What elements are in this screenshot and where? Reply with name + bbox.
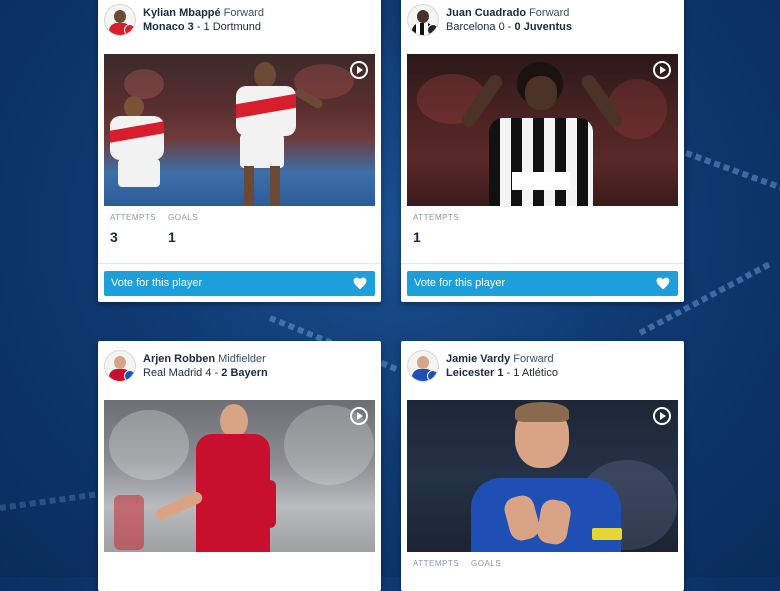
player-avatar — [407, 4, 439, 36]
player-position: Forward — [513, 353, 554, 365]
card-header: Arjen Robben Midfielder Real Madrid 4 - 2… — [98, 341, 381, 383]
away-score: 1 — [203, 21, 210, 33]
player-name-line: Juan Cuadrado Forward — [446, 7, 569, 19]
match-result: Barcelona 0 - 0 Juventus — [446, 21, 573, 33]
player-avatar — [104, 350, 136, 382]
heart-icon — [656, 277, 670, 290]
player-video-thumbnail[interactable] — [104, 54, 375, 206]
home-score: 0 — [498, 21, 505, 33]
stat-attempts: ATTEMPTS — [413, 559, 460, 568]
card-header: Juan Cuadrado Forward Barcelona 0 - 0 Juv… — [401, 0, 684, 37]
player-position: Forward — [529, 7, 570, 19]
player-name-line: Jamie Vardy Forward — [446, 353, 554, 365]
home-score: 1 — [497, 367, 504, 379]
stat-attempts: ATTEMPTS 3 — [110, 213, 157, 245]
vote-button[interactable]: Vote for this player — [407, 271, 678, 296]
player-video-thumbnail[interactable] — [407, 54, 678, 206]
home-score: 3 — [187, 21, 194, 33]
player-name-line: Kylian Mbappé Forward — [143, 7, 264, 19]
background-stripe — [0, 491, 100, 511]
player-name[interactable]: Jamie Vardy — [446, 353, 510, 365]
player-avatar — [407, 350, 439, 382]
stat-goals: GOALS — [471, 559, 502, 568]
play-icon[interactable] — [653, 61, 671, 79]
match-result: Leicester 1 - 1 Atlético — [446, 367, 558, 379]
player-name[interactable]: Juan Cuadrado — [446, 7, 526, 19]
home-team: Barcelona — [446, 21, 496, 33]
match-result: Monaco 3 - 1 Dortmund — [143, 21, 262, 33]
home-score: 4 — [205, 367, 212, 379]
background-stripe — [684, 150, 780, 194]
play-icon[interactable] — [350, 61, 368, 79]
player-name-line: Arjen Robben Midfielder — [143, 353, 266, 365]
home-team: Leicester — [446, 367, 495, 379]
vote-button[interactable]: Vote for this player — [104, 271, 375, 296]
away-team: Dortmund — [212, 21, 262, 33]
player-card: Kylian Mbappé Forward Monaco 3 - 1 Dortmu… — [98, 0, 381, 302]
match-result: Real Madrid 4 - 2 Bayern — [143, 367, 268, 379]
home-team: Monaco — [143, 21, 185, 33]
divider — [98, 263, 381, 264]
player-avatar — [104, 4, 136, 36]
player-position: Forward — [223, 7, 264, 19]
away-score: 2 — [221, 367, 228, 379]
player-card: Juan Cuadrado Forward Barcelona 0 - 0 Juv… — [401, 0, 684, 302]
player-name[interactable]: Arjen Robben — [143, 353, 215, 365]
player-video-thumbnail[interactable] — [104, 400, 375, 552]
home-team: Real Madrid — [143, 367, 203, 379]
vote-button-label: Vote for this player — [111, 277, 203, 289]
stat-goals: GOALS 1 — [168, 213, 199, 245]
player-card: Arjen Robben Midfielder Real Madrid 4 - 2… — [98, 341, 381, 591]
play-icon[interactable] — [653, 407, 671, 425]
vote-button-label: Vote for this player — [414, 277, 506, 289]
away-team: Bayern — [230, 367, 268, 379]
play-icon[interactable] — [350, 407, 368, 425]
card-header: Kylian Mbappé Forward Monaco 3 - 1 Dortmu… — [98, 0, 381, 37]
away-team: Juventus — [523, 21, 573, 33]
away-score: 0 — [514, 21, 521, 33]
heart-icon — [353, 277, 367, 290]
stat-attempts: ATTEMPTS 1 — [413, 213, 460, 245]
card-header: Jamie Vardy Forward Leicester 1 - 1 Atlét… — [401, 341, 684, 383]
player-name[interactable]: Kylian Mbappé — [143, 7, 221, 19]
away-team: Atlético — [521, 367, 558, 379]
player-position: Midfielder — [218, 353, 266, 365]
away-score: 1 — [513, 367, 520, 379]
player-card: Jamie Vardy Forward Leicester 1 - 1 Atlét… — [401, 341, 684, 591]
player-video-thumbnail[interactable] — [407, 400, 678, 552]
divider — [401, 263, 684, 264]
